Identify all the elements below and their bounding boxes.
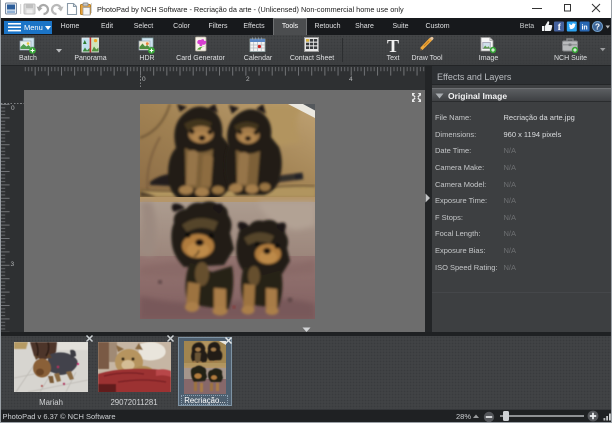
svg-text:?: ? [595,22,600,32]
svg-text:in: in [581,25,587,32]
svg-text:T: T [387,36,399,56]
